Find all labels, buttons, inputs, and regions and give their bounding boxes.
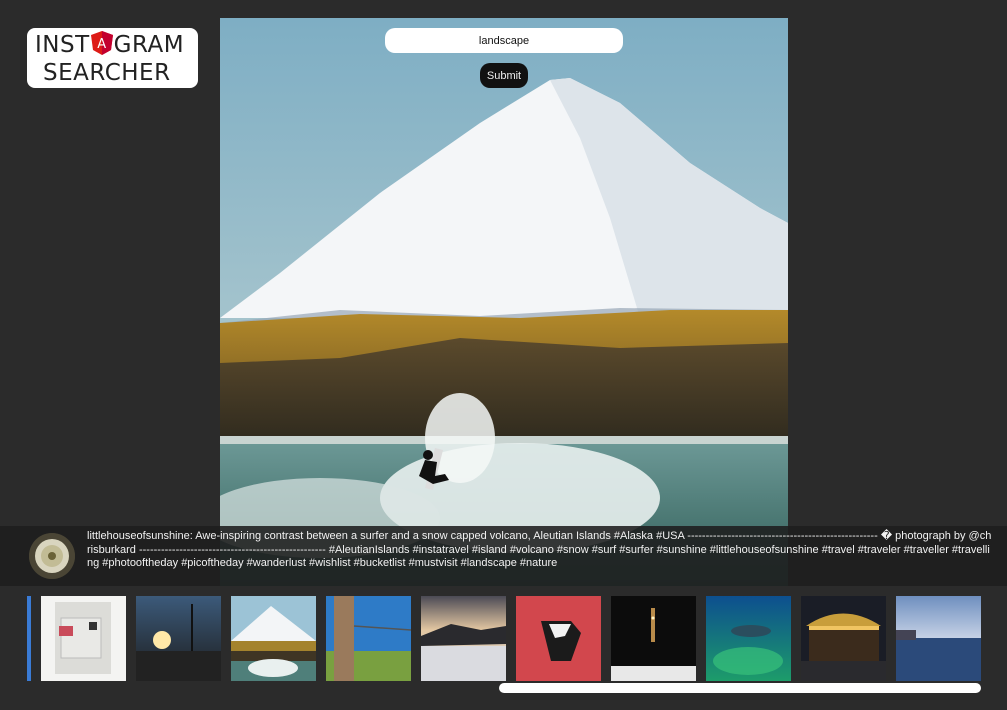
shield-letter: A <box>97 37 106 52</box>
thumbnail[interactable] <box>516 596 601 681</box>
volcano-surfer-photo <box>220 18 788 586</box>
thumbnail[interactable] <box>801 596 886 681</box>
thumbnail[interactable] <box>27 596 31 681</box>
logo-line-1: INST A GRAM <box>35 31 184 59</box>
angular-shield-icon: A <box>90 31 113 55</box>
thumbnail[interactable] <box>611 596 696 681</box>
thumbnail-scrollbar[interactable] <box>499 683 981 693</box>
thumbnail-strip <box>27 596 987 681</box>
caption-bar: littlehouseofsunshine: Awe-inspiring con… <box>0 526 1007 586</box>
thumbnail[interactable] <box>896 596 981 681</box>
logo-line-2: SEARCHER <box>43 60 171 86</box>
thumbnail[interactable] <box>41 596 126 681</box>
app-logo: INST A GRAM SEARCHER <box>27 28 198 88</box>
dandelion-avatar-image <box>29 533 75 579</box>
thumbnail[interactable] <box>421 596 506 681</box>
main-photo[interactable] <box>220 18 788 586</box>
thumbnail[interactable] <box>231 596 316 681</box>
user-avatar[interactable] <box>29 533 75 579</box>
search-input[interactable] <box>385 28 623 53</box>
logo-text-part: GRAM <box>113 32 185 58</box>
thumbnail[interactable] <box>706 596 791 681</box>
caption-text: littlehouseofsunshine: Awe-inspiring con… <box>87 530 992 569</box>
thumbnail[interactable] <box>326 596 411 681</box>
submit-button[interactable]: Submit <box>480 63 528 88</box>
logo-text-part: INST <box>35 32 90 58</box>
thumbnail[interactable] <box>136 596 221 681</box>
